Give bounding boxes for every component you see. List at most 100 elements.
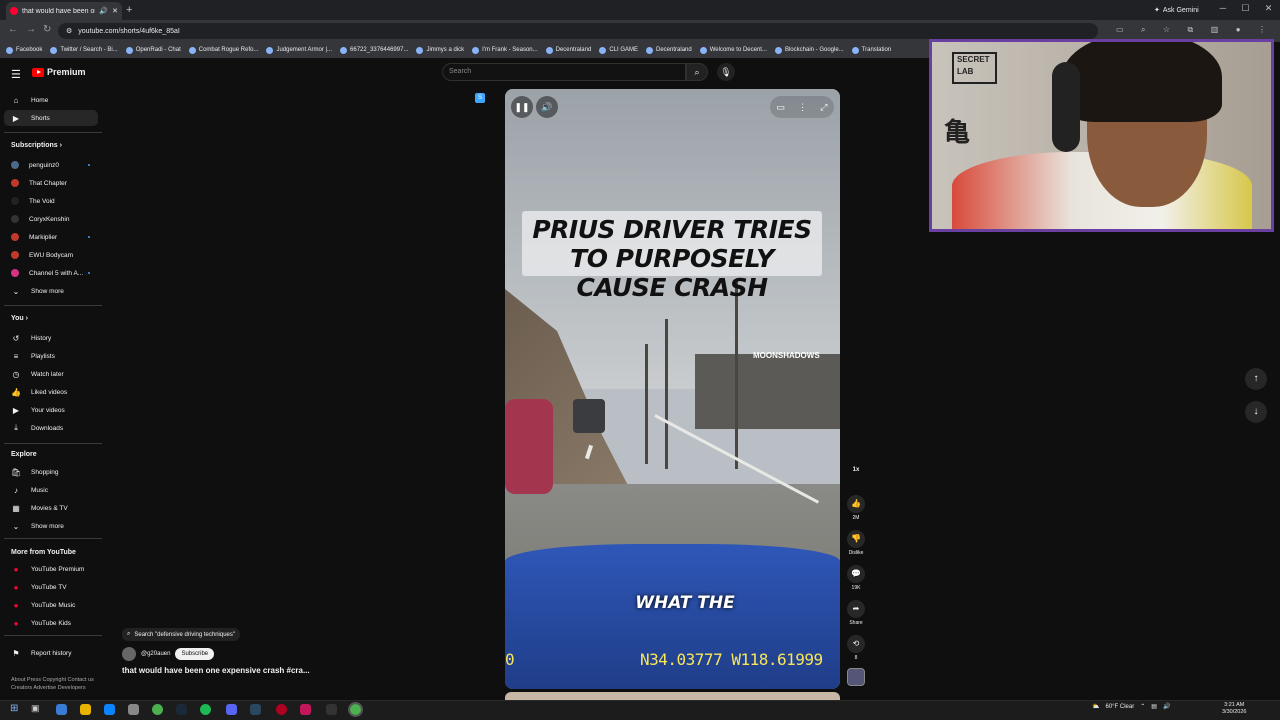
sidebar-item[interactable]: ≡ Playlists	[4, 348, 98, 364]
sidebar-item[interactable]: ⌄ Show more	[4, 283, 98, 299]
sidebar-item[interactable]: ⌄ Show more	[4, 518, 98, 534]
network-icon[interactable]: ▤	[1151, 703, 1157, 710]
tray-chevron-icon[interactable]: ⌃	[1140, 703, 1145, 710]
sidebar-item[interactable]: ⚑ Report history	[4, 645, 98, 661]
back-icon[interactable]: ←	[8, 24, 18, 35]
sidebar-item[interactable]: ♪ Music	[4, 482, 98, 498]
bookmark-item[interactable]: OpenRadi - Chat	[125, 46, 181, 54]
next-short-button[interactable]: ↓	[1245, 401, 1267, 423]
sidebar-section-heading[interactable]: You ›	[11, 315, 28, 322]
app-icon[interactable]	[326, 704, 337, 715]
speaker-icon[interactable]: 🔊	[1163, 703, 1170, 710]
tab-audio-icon[interactable]: 🔊	[99, 7, 108, 15]
steam-icon[interactable]	[176, 704, 187, 715]
minimize-icon[interactable]: ─	[1220, 3, 1226, 14]
channel-name[interactable]: @g20auen	[141, 651, 170, 657]
sidebar-item[interactable]: ◷ Watch later	[4, 366, 98, 382]
sidebar-item[interactable]: Channel 5 with A...	[4, 265, 98, 281]
comments-button[interactable]: 💬 19K	[846, 565, 866, 591]
like-button[interactable]: 👍 2M	[846, 495, 866, 521]
volume-button[interactable]: 🔊	[536, 96, 558, 118]
voice-search-button[interactable]: 🎙	[717, 63, 735, 81]
youtube-logo[interactable]: Premium	[32, 67, 86, 77]
sidebar-item[interactable]: ● YouTube Premium	[4, 561, 98, 577]
spotify-icon[interactable]	[200, 704, 211, 715]
sidebar-item[interactable]: EWU Bodycam	[4, 247, 98, 263]
chrome-icon[interactable]	[152, 704, 163, 715]
tab-close-icon[interactable]: ✕	[112, 7, 118, 15]
short-title[interactable]: that would have been one expensive crash…	[122, 666, 310, 675]
sidebar-item[interactable]: 🛍 Shopping	[4, 464, 98, 480]
hamburger-menu-icon[interactable]: ☰	[11, 68, 21, 81]
store-icon[interactable]	[128, 704, 139, 715]
bookmark-item[interactable]: CLI GAME	[599, 46, 638, 54]
bookmark-item[interactable]: Twitter / Search - Bi...	[50, 46, 118, 54]
bookmark-item[interactable]: Jimmys a dick	[416, 46, 464, 54]
more-options-icon[interactable]: ⋮	[798, 102, 807, 113]
app-icon[interactable]	[300, 704, 311, 715]
sidebar-item[interactable]: That Chapter	[4, 175, 98, 191]
file-explorer-icon[interactable]	[80, 704, 91, 715]
edge-icon[interactable]	[104, 704, 115, 715]
bookmark-star-icon[interactable]: ☆	[1163, 25, 1170, 35]
sidebar-item[interactable]: ● YouTube Music	[4, 597, 98, 613]
previous-short-button[interactable]: ↑	[1245, 368, 1267, 390]
sidebar-item[interactable]: CoryxKenshin	[4, 211, 98, 227]
maximize-icon[interactable]: ☐	[1241, 3, 1249, 14]
close-window-icon[interactable]: ✕	[1265, 3, 1273, 14]
browser-tab-active[interactable]: that would have been one ... 🔊 ✕	[6, 2, 122, 20]
sidebar-item[interactable]: ▶ Shorts	[4, 110, 98, 126]
remix-button[interactable]: ⟲ 8	[846, 635, 866, 661]
new-tab-button[interactable]: +	[126, 4, 132, 16]
bookmark-item[interactable]: Translation	[851, 46, 891, 54]
profile-icon[interactable]: ●	[1236, 25, 1241, 35]
channel-avatar[interactable]	[122, 647, 136, 661]
bookmark-item[interactable]: Combat Rogue Refo...	[188, 46, 258, 54]
sidebar-item[interactable]: 👍 Liked videos	[4, 384, 98, 400]
taskbar-clock[interactable]: 3:21 AM 3/30/2026	[1222, 702, 1246, 716]
zoom-icon[interactable]: ⌕	[1141, 25, 1145, 35]
bookmark-item[interactable]: Facebook	[6, 46, 42, 54]
chrome-active-icon[interactable]	[348, 702, 363, 717]
sidebar-item[interactable]: ⤓ Downloads	[4, 420, 98, 436]
bookmark-item[interactable]: Judgement Armor |...	[266, 46, 332, 54]
address-bar[interactable]: ⚙ youtube.com/shorts/4uf6ke_85aI	[58, 23, 1098, 39]
extensions-icon[interactable]: ⧉	[1188, 25, 1194, 35]
discord-icon[interactable]	[226, 704, 237, 715]
subscribe-button[interactable]: Subscribe	[175, 648, 215, 660]
sidebar-item[interactable]: ● YouTube Kids	[4, 615, 98, 631]
obs-icon[interactable]	[276, 704, 287, 715]
taskbar-app-icon[interactable]	[56, 704, 67, 715]
sidebar-item[interactable]: penguinz0	[4, 157, 98, 173]
sidebar-item[interactable]: ▶ Your videos	[4, 402, 98, 418]
task-view-icon[interactable]: ▣	[31, 703, 40, 714]
bookmark-item[interactable]: Welcome to Decent...	[699, 46, 767, 54]
ask-gemini-button[interactable]: ✦ Ask Gemini	[1148, 3, 1205, 17]
forward-icon[interactable]: →	[26, 24, 36, 35]
fullscreen-icon[interactable]: ⤢	[820, 102, 827, 113]
bookmark-item[interactable]: I'm Frank - Season...	[472, 46, 538, 54]
sidebar-item[interactable]: Markiplier	[4, 229, 98, 245]
site-info-icon[interactable]: ⚙	[66, 27, 72, 35]
bookmark-item[interactable]: 66722_3376446997...	[340, 46, 408, 54]
cast-icon[interactable]: ▭	[1116, 25, 1124, 35]
next-short-preview[interactable]	[505, 692, 840, 700]
share-button[interactable]: ➦ Share	[846, 600, 866, 626]
sidebar-item[interactable]: The Void	[4, 193, 98, 209]
playback-speed[interactable]: 1x	[846, 467, 866, 473]
sidebar-section-heading[interactable]: Subscriptions ›	[11, 142, 62, 149]
bookmark-item[interactable]: Blockchain - Google...	[774, 46, 844, 54]
reload-icon[interactable]: ↻	[43, 24, 51, 35]
weather-text[interactable]: 60°F Clear	[1105, 704, 1134, 710]
menu-icon[interactable]: ⋮	[1258, 25, 1266, 35]
shorts-video-player[interactable]: MOONSHADOWS PRIUS DRIVER TRIES TO PURPOS…	[505, 89, 840, 689]
pause-button[interactable]: ❚❚	[511, 96, 533, 118]
start-icon[interactable]: ⊞	[10, 703, 18, 714]
sidebar-item[interactable]: ● YouTube TV	[4, 579, 98, 595]
sidebar-item[interactable]: ▦ Movies & TV	[4, 500, 98, 516]
steam-app-icon[interactable]	[250, 704, 261, 715]
sidepanel-icon[interactable]: ▥	[1211, 25, 1219, 35]
bookmark-item[interactable]: Decentraland	[545, 46, 591, 54]
search-suggestion-chip[interactable]: ⌕ Search "defensive driving techniques"	[122, 628, 241, 641]
search-button[interactable]: ⌕	[686, 63, 708, 81]
